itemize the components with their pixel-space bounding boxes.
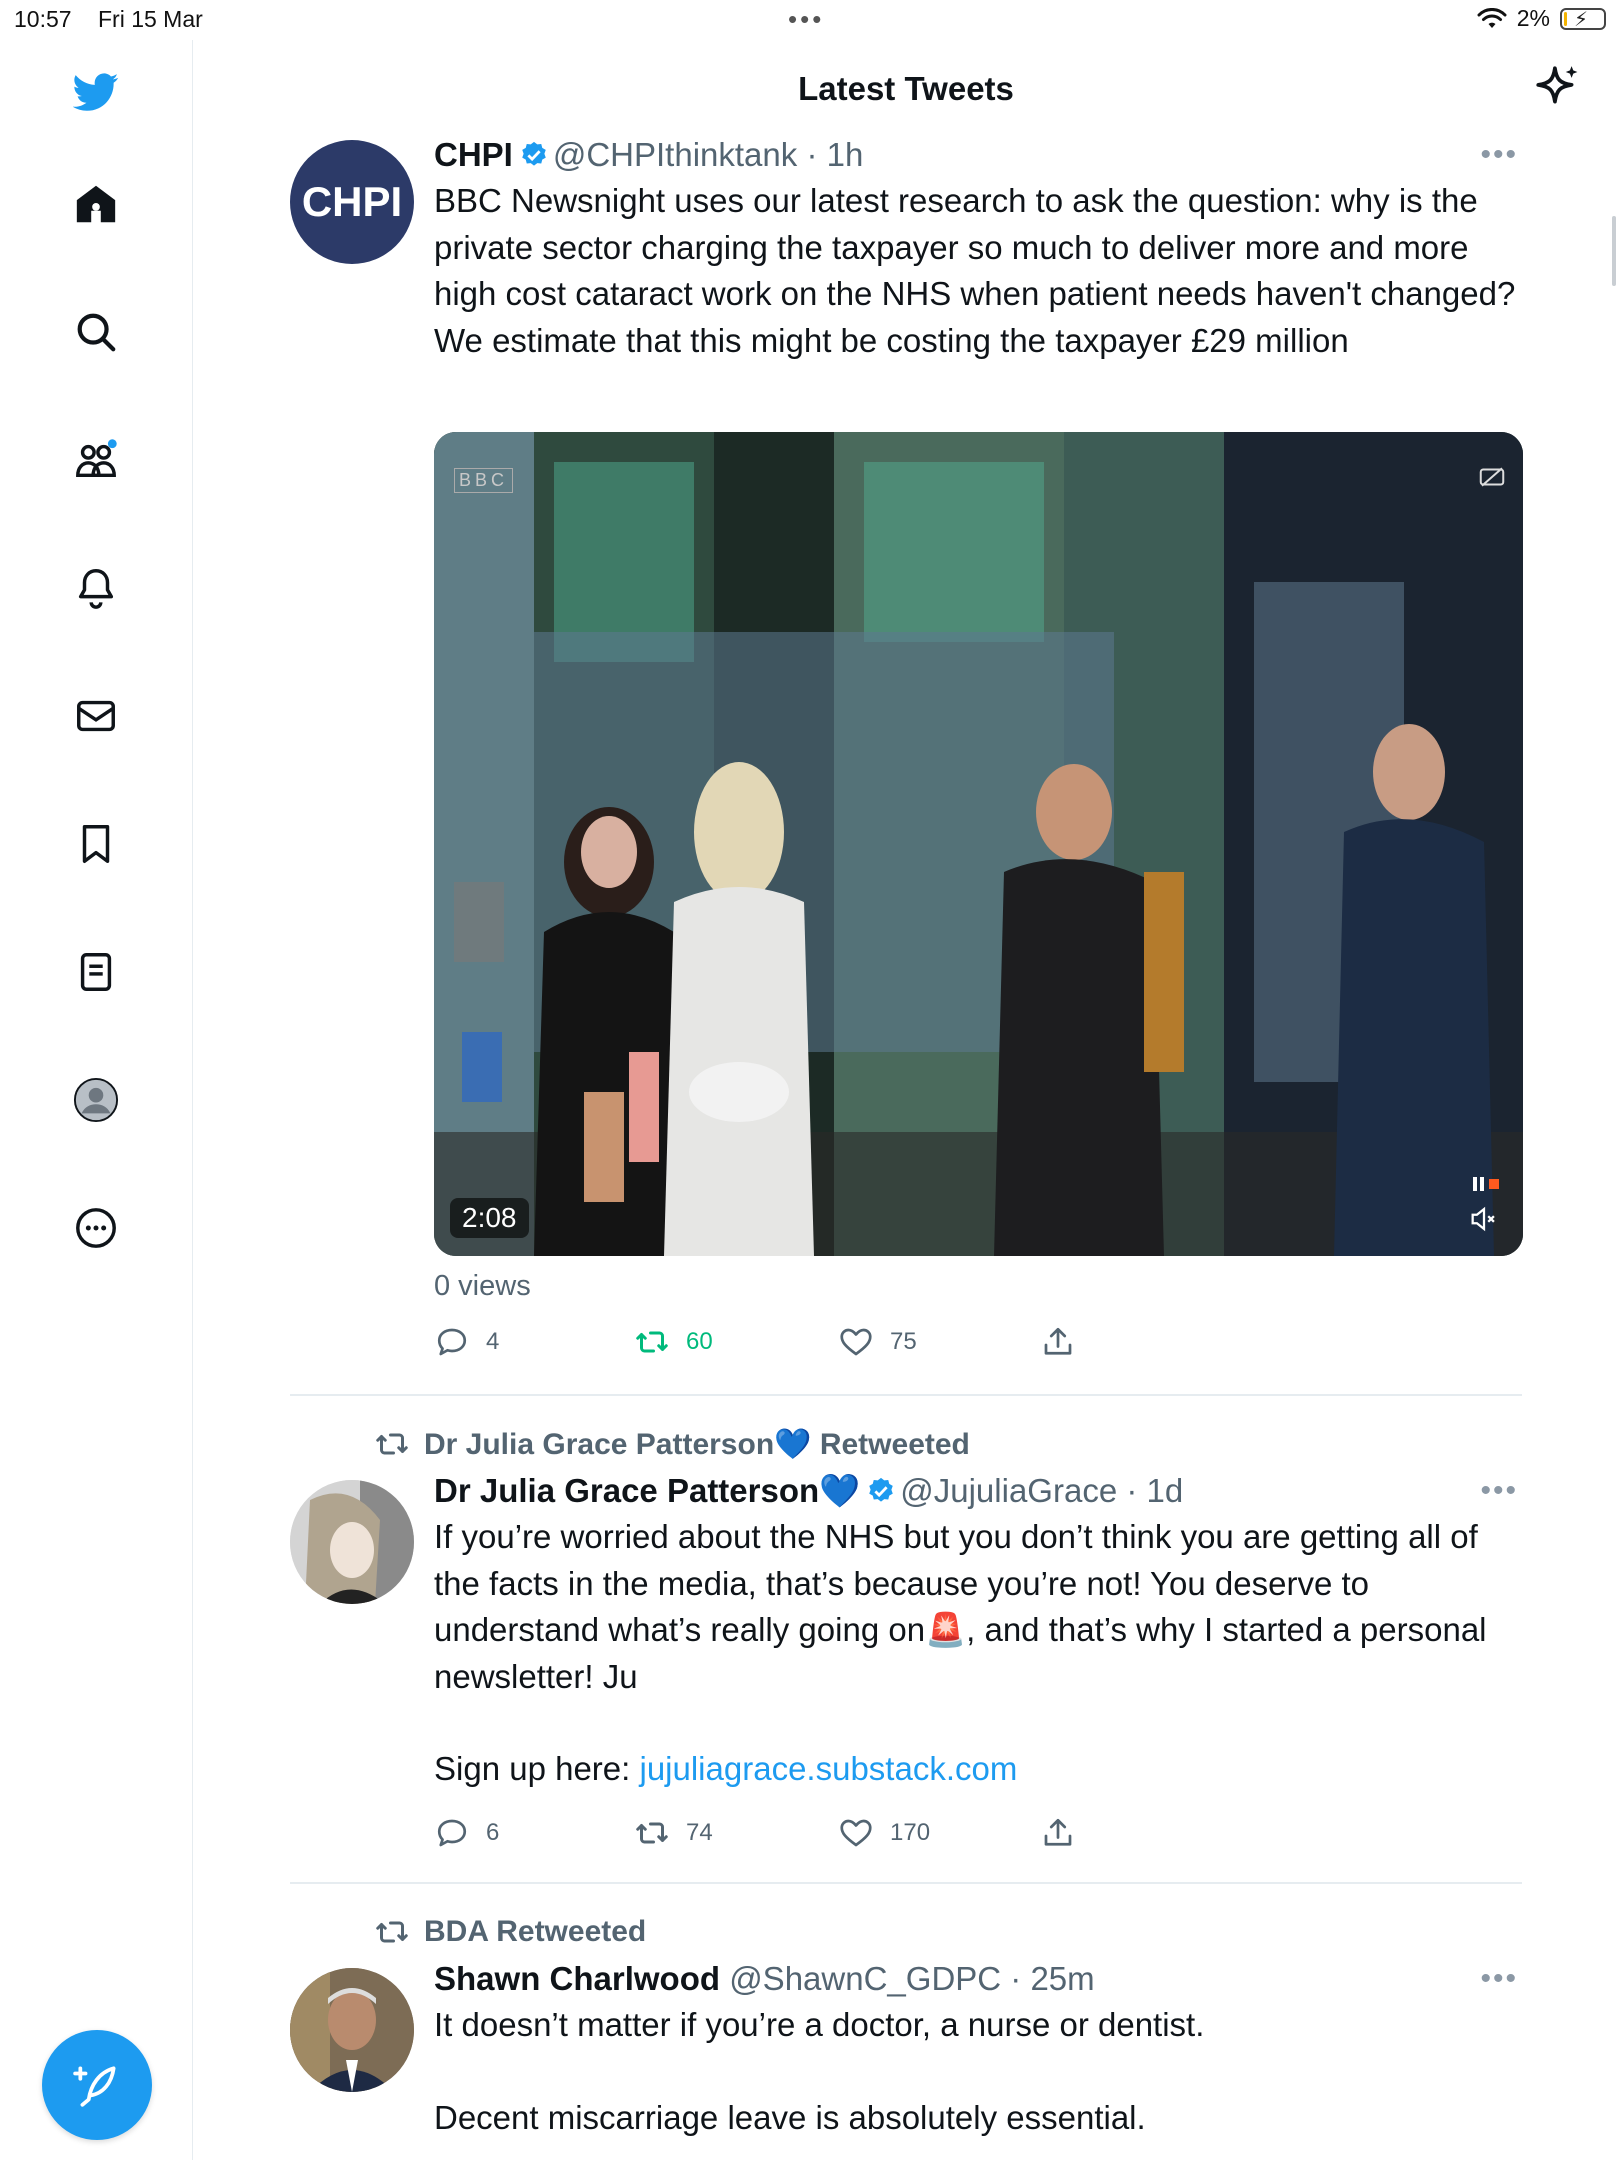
profile-avatar-icon[interactable] [66,1070,126,1130]
share-button[interactable] [1040,1324,1076,1360]
reply-button[interactable]: 4 [434,1324,499,1360]
retweet-count: 74 [686,1818,713,1846]
author-handle[interactable]: @ShawnC_GDPC [729,1960,1001,1997]
retweeted-by-row[interactable]: BDA Retweeted [374,1914,646,1950]
avatar[interactable] [290,1968,414,2092]
author-handle[interactable]: @CHPIthinktank [553,136,797,173]
retweeted-by-row[interactable]: Dr Julia Grace Patterson💙 Retweeted [374,1426,970,1462]
reply-icon [437,1328,467,1356]
avatar[interactable] [290,1480,414,1604]
reply-button[interactable]: 6 [434,1815,499,1851]
bookmark-icon[interactable] [66,814,126,874]
page-title: Latest Tweets [798,70,1014,107]
signup-label: Sign up here: [434,1750,640,1787]
retweet-icon [376,1433,408,1455]
retweet-button[interactable]: 60 [634,1324,713,1360]
video-frame [434,432,1523,1256]
author-name[interactable]: Dr Julia Grace Patterson💙 [434,1472,860,1509]
wifi-icon [1477,7,1507,28]
heart-icon [840,1819,872,1846]
heart-icon [840,1328,872,1356]
search-icon[interactable] [66,302,126,362]
more-circle-icon[interactable] [66,1198,126,1258]
notifications-bell-icon[interactable] [66,558,126,618]
tweet-actions: 6 74 170 [434,1815,1522,1855]
divider [290,1882,1522,1884]
home-icon[interactable] [66,174,126,234]
verified-badge-icon [869,1477,893,1502]
lists-icon[interactable] [66,942,126,1002]
avatar[interactable]: CHPI [290,140,414,264]
tweet-header: CHPI @CHPIthinktank · 1h ••• [434,134,1522,176]
pause-icon[interactable] [1471,1174,1501,1194]
captions-icon[interactable] [1477,462,1507,492]
author-name[interactable]: CHPI [434,136,513,173]
tweet-more-icon[interactable]: ••• [1480,134,1518,176]
retweet-icon [636,1822,668,1843]
tweet-more-icon[interactable]: ••• [1480,1470,1518,1512]
sidebar [0,40,193,2160]
battery-percent: 2% [1516,5,1550,31]
author-name[interactable]: Shawn Charlwood [434,1960,720,1997]
tweet-signup-line: Sign up here: jujuliagrace.substack.com [434,1746,1522,1793]
multitasking-dots-icon[interactable]: ••• [788,6,824,32]
retweet-button[interactable]: 74 [634,1815,713,1851]
signup-link[interactable]: jujuliagrace.substack.com [639,1750,1017,1787]
status-time: 10:57 [14,6,72,32]
video-channel-logo: BBC [454,468,514,493]
share-icon [1044,1818,1072,1846]
retweet-count: 60 [686,1328,713,1355]
view-count: 0 views [434,1270,531,1302]
retweet-icon [376,1921,408,1943]
tweet-video[interactable]: BBC 2:08 [434,432,1523,1256]
retweeted-by-text: BDA Retweeted [424,1915,647,1948]
reply-icon [437,1819,467,1846]
compose-feather-icon [73,2066,116,2107]
messages-envelope-icon[interactable] [66,686,126,746]
like-count: 75 [890,1328,917,1355]
like-button[interactable]: 75 [838,1324,917,1360]
tweet-text-line1: It doesn’t matter if you’re a doctor, a … [434,2006,1205,2043]
tweet-text-line2: Decent miscarriage leave is absolutely e… [434,2098,1146,2136]
reply-count: 4 [486,1328,500,1355]
tweet-more-icon[interactable]: ••• [1480,1958,1518,2000]
like-count: 170 [890,1818,931,1846]
status-date: Fri 15 Mar [98,6,203,32]
scrollbar[interactable] [1612,216,1616,286]
tweet-text: BBC Newsnight uses our latest research t… [434,182,1534,359]
compose-tweet-button[interactable] [42,2030,152,2140]
tweet-header: Shawn Charlwood @ShawnC_GDPC · 25m ••• [434,1958,1522,2000]
tweet-time[interactable]: · 1h [806,136,863,173]
status-right: 2% ⚡ [1477,5,1606,32]
tweet-time[interactable]: · 1d [1126,1472,1183,1509]
retweet-icon [636,1331,668,1353]
status-bar: 10:57 Fri 15 Mar ••• 2% ⚡ [0,0,1620,40]
mute-icon[interactable] [1467,1202,1501,1236]
like-button[interactable]: 170 [838,1815,930,1851]
communities-icon[interactable] [66,430,126,490]
battery-icon: ⚡ [1560,7,1606,31]
tweet-time[interactable]: · 25m [1010,1960,1094,1997]
retweeted-by-text: Dr Julia Grace Patterson💙 Retweeted [424,1427,970,1461]
share-button[interactable] [1040,1815,1076,1851]
tweet-text: If you’re worried about the NHS but you … [434,1518,1496,1695]
sparkle-timeline-toggle-icon[interactable] [1532,62,1582,112]
verified-badge-icon [522,141,546,166]
author-handle[interactable]: @JujuliaGrace [900,1472,1117,1509]
avatar-text: CHPI [301,178,403,225]
share-icon [1044,1327,1072,1355]
reply-count: 6 [486,1818,500,1846]
video-duration: 2:08 [450,1198,529,1238]
tweet-header: Dr Julia Grace Patterson💙 @JujuliaGrace ·… [434,1470,1522,1512]
divider [290,1394,1522,1396]
tweet-actions: 4 60 75 [434,1324,1522,1364]
